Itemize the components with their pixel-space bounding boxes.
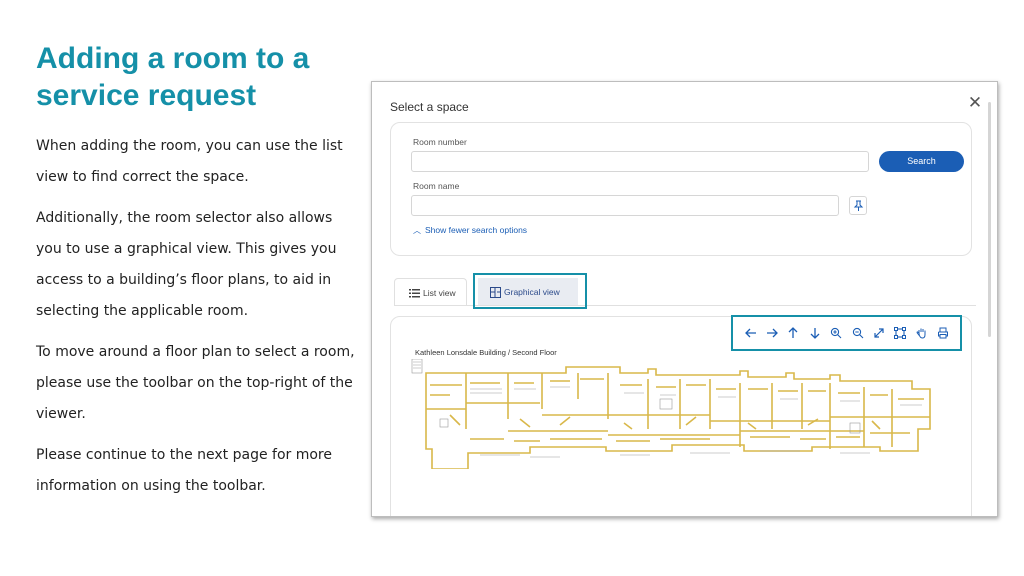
- tab-list-view-label: List view: [423, 288, 456, 298]
- pin-icon: [853, 200, 864, 211]
- slide-title: Adding a room to a service request: [36, 40, 356, 114]
- dialog-title: Select a space: [390, 100, 469, 114]
- slide-title-line-1: Adding a room to a: [36, 42, 310, 75]
- toolbar-highlight: [731, 315, 962, 351]
- select-space-dialog: Select a space ✕ Room number Search Room…: [371, 81, 998, 517]
- floor-plan-drawing[interactable]: [410, 359, 940, 469]
- paragraph-graphical-view: Additionally, the room selector also all…: [36, 210, 337, 319]
- chevron-up-icon: ︿: [413, 226, 421, 235]
- graphical-view-highlight: [473, 273, 587, 309]
- paragraph-list-view: When adding the room, you can use the li…: [36, 138, 343, 185]
- show-fewer-options-label: Show fewer search options: [425, 225, 528, 235]
- close-icon[interactable]: ✕: [967, 94, 983, 112]
- paragraph-next-page: Please continue to the next page for mor…: [36, 447, 332, 494]
- paragraph-toolbar: To move around a floor plan to select a …: [36, 344, 355, 422]
- slide-title-line-2: service request: [36, 79, 257, 112]
- room-name-label: Room name: [413, 181, 460, 191]
- tab-list-view[interactable]: List view: [394, 278, 467, 306]
- floor-label: Kathleen Lonsdale Building / Second Floo…: [415, 348, 557, 357]
- floor-plan-outline: [425, 366, 931, 469]
- search-button[interactable]: Search: [879, 151, 964, 172]
- search-panel: Room number Search Room name ︿ Show fewer…: [390, 122, 972, 256]
- list-icon: [409, 289, 420, 298]
- dialog-scrollbar[interactable]: [988, 102, 991, 337]
- room-number-label: Room number: [413, 137, 467, 147]
- room-number-input[interactable]: [411, 151, 869, 172]
- room-name-input[interactable]: [411, 195, 839, 216]
- show-fewer-options-link[interactable]: ︿ Show fewer search options: [413, 225, 527, 236]
- pin-button[interactable]: [849, 196, 867, 215]
- slide-body: When adding the room, you can use the li…: [36, 131, 356, 512]
